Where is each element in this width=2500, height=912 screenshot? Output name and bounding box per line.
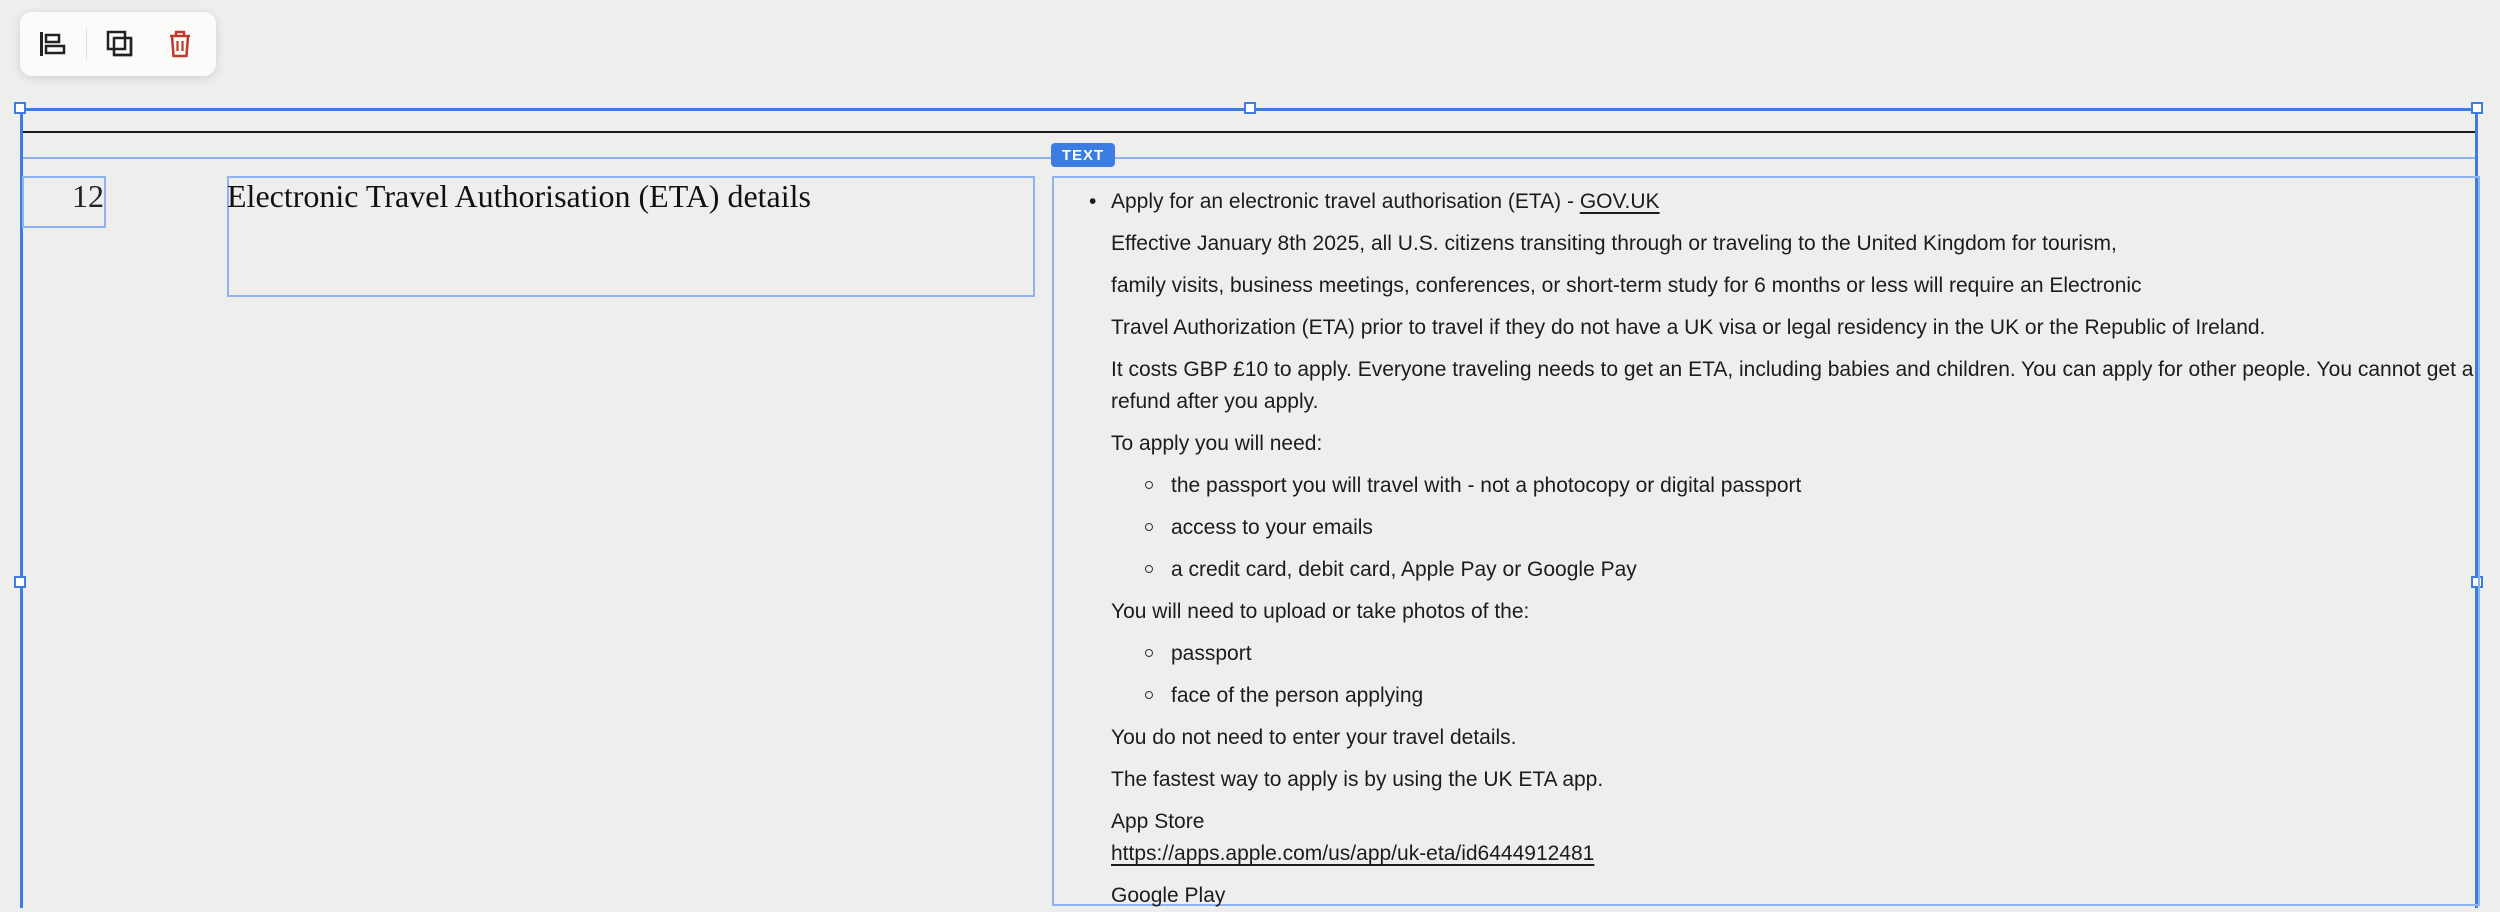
text-type-badge: TEXT	[1051, 143, 1115, 167]
duplicate-button[interactable]	[104, 28, 136, 60]
app-store-link[interactable]: https://apps.apple.com/us/app/uk-eta/id6…	[1111, 842, 1594, 865]
row-outline-top	[23, 157, 2475, 159]
circle-bullet-icon	[1145, 481, 1153, 489]
app-store-label: App Store	[1111, 810, 1205, 833]
headline-text: Apply for an electronic travel authorisa…	[1111, 190, 1580, 213]
resize-handle-top-right[interactable]	[2471, 102, 2483, 114]
para1-line3: Travel Authorization (ETA) prior to trav…	[1111, 316, 2266, 339]
resize-handle-top-left[interactable]	[14, 102, 26, 114]
row-content[interactable]: • Apply for an electronic travel authori…	[1089, 186, 2481, 912]
para2-line1: It costs GBP £10 to apply. Everyone trav…	[1111, 358, 2474, 381]
list-item: passport	[1111, 638, 2481, 670]
list-item: face of the person applying	[1111, 680, 2481, 712]
para1-line2: family visits, business meetings, confer…	[1111, 274, 2142, 297]
row-title[interactable]: Electronic Travel Authorisation (ETA) de…	[227, 176, 1035, 216]
google-play-label: Google Play	[1111, 884, 1226, 907]
circle-bullet-icon	[1145, 523, 1153, 531]
align-left-icon	[40, 32, 66, 56]
circle-bullet-icon	[1145, 691, 1153, 699]
fastest-note: The fastest way to apply is by using the…	[1111, 768, 1604, 791]
align-left-button[interactable]	[36, 28, 68, 60]
no-travel-note: You do not need to enter your travel det…	[1111, 726, 1517, 749]
para2-line2: refund after you apply.	[1111, 390, 1319, 413]
trash-icon	[170, 30, 190, 58]
circle-bullet-icon	[1145, 649, 1153, 657]
block-toolbar	[20, 12, 216, 76]
divider-line	[23, 131, 2475, 133]
circle-bullet-icon	[1145, 565, 1153, 573]
headline-item: • Apply for an electronic travel authori…	[1089, 186, 2481, 218]
resize-handle-middle-left[interactable]	[14, 576, 26, 588]
duplicate-icon	[106, 30, 133, 57]
list-item: the passport you will travel with - not …	[1111, 470, 2481, 502]
delete-button[interactable]	[164, 28, 196, 60]
list-item: access to your emails	[1111, 512, 2481, 544]
toolbar-divider	[86, 28, 87, 60]
resize-handle-top-center[interactable]	[1244, 102, 1256, 114]
govuk-link[interactable]: GOV.UK	[1580, 190, 1660, 213]
row-number: 12	[72, 178, 104, 214]
upload-heading: You will need to upload or take photos o…	[1111, 600, 1530, 623]
list-item: a credit card, debit card, Apple Pay or …	[1111, 554, 2481, 586]
bullet-dot: •	[1089, 190, 1097, 213]
para1-line1: Effective January 8th 2025, all U.S. cit…	[1111, 232, 2117, 255]
need-heading: To apply you will need:	[1111, 432, 1323, 455]
